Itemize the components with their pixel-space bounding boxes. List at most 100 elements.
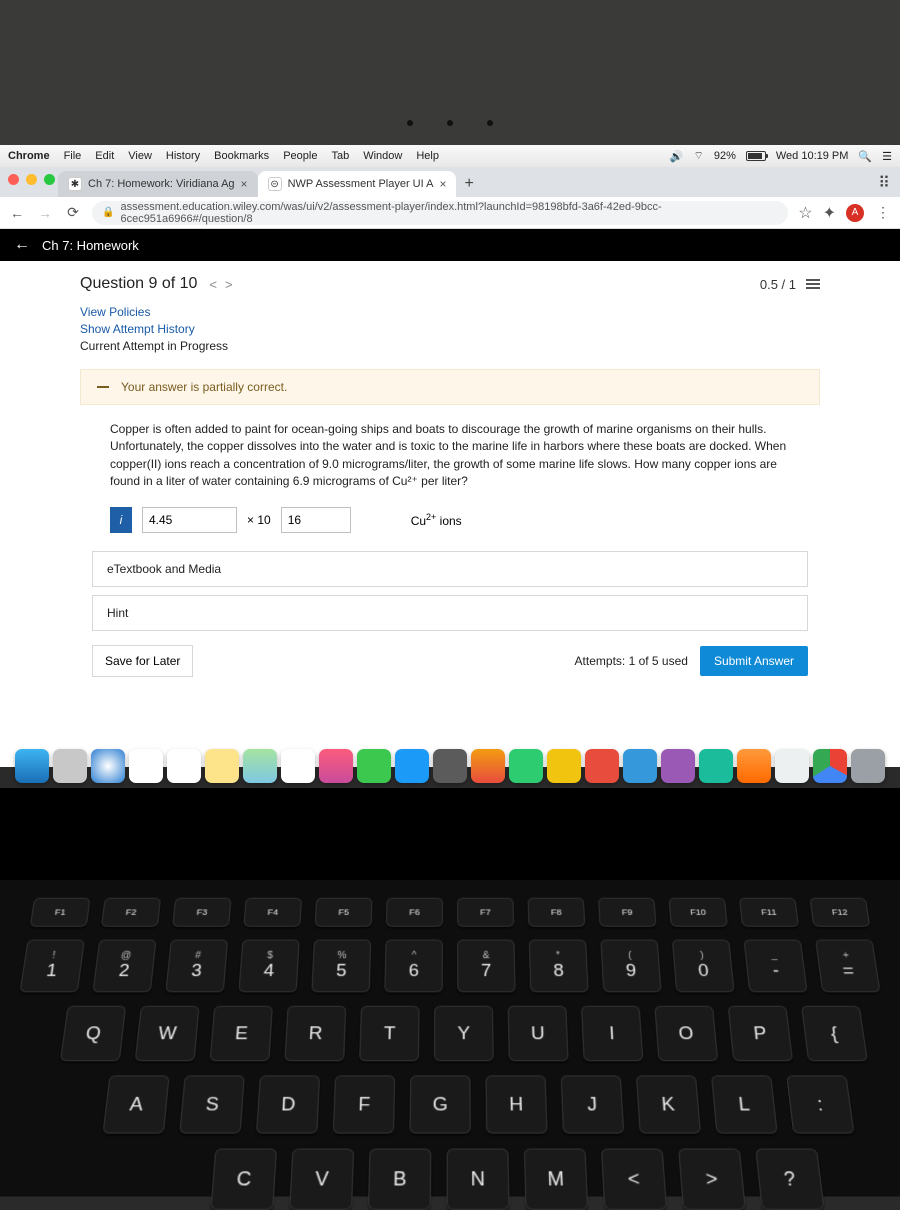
dock-app-icon[interactable]: [547, 749, 581, 783]
current-attempt-label: Current Attempt in Progress: [80, 339, 820, 353]
siri-icon[interactable]: ☰: [882, 150, 892, 163]
score-text: 0.5 / 1: [760, 277, 796, 292]
key-{: {: [801, 1006, 868, 1061]
dock-music-icon[interactable]: [319, 749, 353, 783]
dock-app-icon[interactable]: [471, 749, 505, 783]
question-list-icon[interactable]: [806, 279, 820, 289]
key-p: P: [728, 1006, 793, 1061]
reload-button[interactable]: ⟳: [64, 204, 82, 221]
dock: [0, 744, 900, 788]
key-f12: F12: [809, 898, 870, 927]
extension-badge-icon[interactable]: A: [846, 204, 864, 222]
dock-finder-icon[interactable]: [15, 749, 49, 783]
volume-icon[interactable]: 🔊: [670, 150, 684, 163]
menu-view[interactable]: View: [128, 150, 152, 162]
dock-app-icon[interactable]: [585, 749, 619, 783]
back-arrow-icon[interactable]: ←: [14, 236, 30, 254]
dock-trash-icon[interactable]: [851, 749, 885, 783]
camera-icon: [447, 120, 453, 126]
hint-panel[interactable]: Hint: [92, 595, 808, 631]
dock-photos-icon[interactable]: [281, 749, 315, 783]
browser-toolbar: ← → ⟳ 🔒 assessment.education.wiley.com/w…: [0, 197, 900, 229]
etextbook-panel[interactable]: eTextbook and Media: [92, 551, 808, 587]
menu-window[interactable]: Window: [363, 150, 402, 162]
dock-calendar-icon[interactable]: [129, 749, 163, 783]
key-f3: F3: [172, 898, 231, 927]
dock-chrome-icon[interactable]: [813, 749, 847, 783]
key-y: Y: [434, 1006, 494, 1061]
menu-edit[interactable]: Edit: [95, 150, 114, 162]
dock-reminders-icon[interactable]: [167, 749, 201, 783]
menu-file[interactable]: File: [64, 150, 82, 162]
next-question-button[interactable]: >: [225, 277, 233, 292]
clock[interactable]: Wed 10:19 PM: [776, 150, 849, 162]
info-icon[interactable]: i: [110, 507, 132, 533]
question-prompt: Copper is often added to paint for ocean…: [110, 421, 790, 491]
attempt-history-link[interactable]: Show Attempt History: [80, 322, 820, 336]
chrome-menu-icon[interactable]: ⋮: [874, 204, 892, 221]
back-button[interactable]: ←: [8, 205, 26, 221]
tab-overflow-icon[interactable]: ⠿: [868, 169, 900, 197]
close-tab-icon[interactable]: ×: [241, 177, 248, 191]
tab-label: Ch 7: Homework: Viridiana Ag: [88, 178, 235, 190]
dock-notes-icon[interactable]: [205, 749, 239, 783]
key-g: G: [409, 1075, 470, 1133]
key-f: F: [333, 1075, 396, 1133]
dock-appstore-icon[interactable]: [395, 749, 429, 783]
key-v: V: [289, 1149, 354, 1210]
minimize-window-icon[interactable]: [26, 174, 37, 185]
tab-assessment[interactable]: ⊝ NWP Assessment Player UI A ×: [258, 171, 457, 197]
app-menu[interactable]: Chrome: [8, 150, 50, 162]
battery-icon[interactable]: [746, 151, 766, 161]
tab-strip: ✱ Ch 7: Homework: Viridiana Ag × ⊝ NWP A…: [0, 167, 900, 197]
dock-vlc-icon[interactable]: [737, 749, 771, 783]
window-controls: [8, 174, 55, 185]
maximize-window-icon[interactable]: [44, 174, 55, 185]
menu-people[interactable]: People: [283, 150, 317, 162]
coefficient-input[interactable]: [142, 507, 237, 533]
prev-question-button[interactable]: <: [209, 277, 217, 292]
key-f2: F2: [101, 898, 161, 927]
bookmark-icon[interactable]: ☆: [798, 203, 812, 223]
view-policies-link[interactable]: View Policies: [80, 305, 820, 319]
chrome-window: ✱ Ch 7: Homework: Viridiana Ag × ⊝ NWP A…: [0, 167, 900, 767]
app-header: ← Ch 7: Homework: [0, 229, 900, 261]
menu-help[interactable]: Help: [416, 150, 439, 162]
dock-app-icon[interactable]: [623, 749, 657, 783]
key-0: )0: [672, 940, 735, 993]
dock-app-icon[interactable]: [661, 749, 695, 783]
key-t: T: [359, 1006, 419, 1061]
dock-maps-icon[interactable]: [243, 749, 277, 783]
wifi-icon[interactable]: ⌔: [693, 149, 703, 163]
key-7: &7: [457, 940, 516, 993]
key-f1: F1: [30, 898, 91, 927]
tab-homework[interactable]: ✱ Ch 7: Homework: Viridiana Ag ×: [58, 171, 258, 197]
submit-answer-button[interactable]: Submit Answer: [700, 646, 808, 676]
key-k: K: [636, 1075, 701, 1133]
question-header: Question 9 of 10 < > 0.5 / 1: [80, 275, 820, 293]
key-<: <: [601, 1149, 667, 1210]
key-f11: F11: [739, 898, 799, 927]
forward-button[interactable]: →: [36, 205, 54, 221]
new-tab-button[interactable]: +: [456, 171, 481, 197]
dock-safari-icon[interactable]: [91, 749, 125, 783]
key-f6: F6: [386, 898, 443, 927]
close-window-icon[interactable]: [8, 174, 19, 185]
key-s: S: [179, 1075, 245, 1133]
dock-app-icon[interactable]: [433, 749, 467, 783]
menu-history[interactable]: History: [166, 150, 200, 162]
dock-app-icon[interactable]: [699, 749, 733, 783]
dock-launchpad-icon[interactable]: [53, 749, 87, 783]
dock-messages-icon[interactable]: [357, 749, 391, 783]
menu-bookmarks[interactable]: Bookmarks: [214, 150, 269, 162]
key-b: B: [368, 1149, 431, 1210]
save-for-later-button[interactable]: Save for Later: [92, 645, 193, 677]
close-tab-icon[interactable]: ×: [439, 177, 446, 191]
dock-app-icon[interactable]: [509, 749, 543, 783]
exponent-input[interactable]: [281, 507, 351, 533]
menu-tab[interactable]: Tab: [331, 150, 349, 162]
extensions-icon[interactable]: ✦: [823, 203, 836, 223]
spotlight-icon[interactable]: 🔍: [858, 150, 872, 163]
address-bar[interactable]: 🔒 assessment.education.wiley.com/was/ui/…: [92, 201, 788, 225]
dock-app-icon[interactable]: [775, 749, 809, 783]
